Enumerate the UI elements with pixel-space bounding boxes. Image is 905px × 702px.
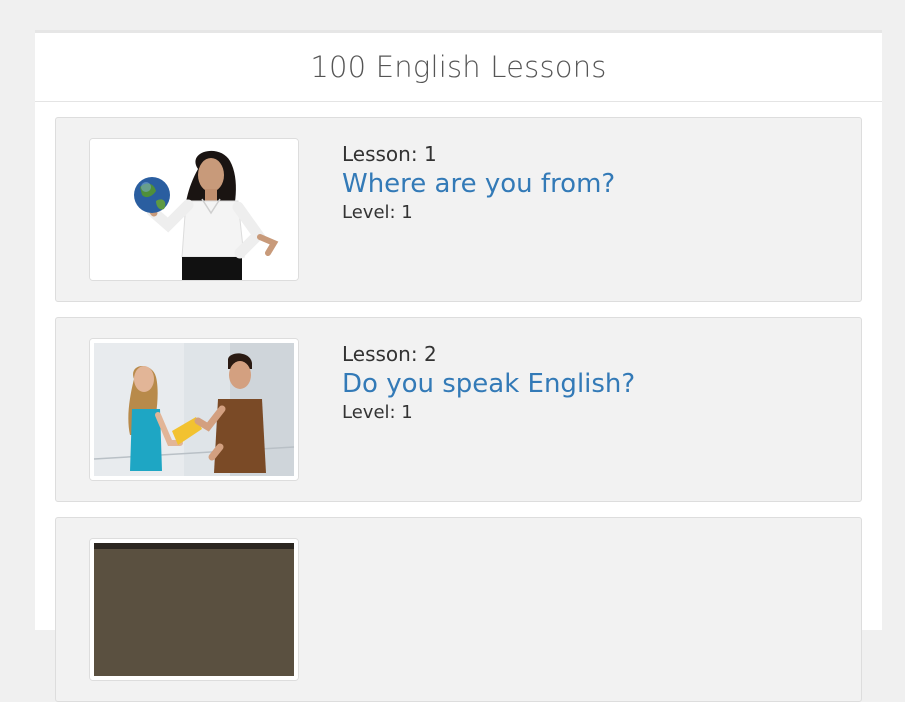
lesson-number: Lesson: 2 <box>342 342 437 366</box>
lesson-info-1: Lesson: 1 Where are you from? Level: 1 <box>342 142 615 224</box>
lesson-title-link[interactable]: Where are you from? <box>342 166 615 202</box>
page-title: 100 English Lessons <box>310 50 607 84</box>
lessons-panel: 100 English Lessons Lesson: 1 Where are … <box>35 30 882 702</box>
lesson-card-1[interactable]: Lesson: 1 Where are you from? Level: 1 <box>55 117 862 302</box>
lesson-thumbnail-3[interactable] <box>89 538 299 681</box>
lesson-thumbnail-1[interactable] <box>89 138 299 281</box>
woman-holding-globe-photo <box>90 139 298 280</box>
lesson-card-3[interactable] <box>55 517 862 702</box>
panel-header: 100 English Lessons <box>35 33 882 102</box>
lesson-card-2[interactable]: Lesson: 2 Do you speak English? Level: 1 <box>55 317 862 502</box>
lesson-level: Level: 1 <box>342 402 413 423</box>
lesson-level: Level: 1 <box>342 202 413 223</box>
two-people-talking-photo <box>90 339 298 480</box>
lesson-number: Lesson: 1 <box>342 142 437 166</box>
lesson-3-photo <box>90 539 298 680</box>
lesson-title-link[interactable]: Do you speak English? <box>342 366 635 402</box>
lesson-thumbnail-2[interactable] <box>89 338 299 481</box>
lesson-info-2: Lesson: 2 Do you speak English? Level: 1 <box>342 342 635 424</box>
